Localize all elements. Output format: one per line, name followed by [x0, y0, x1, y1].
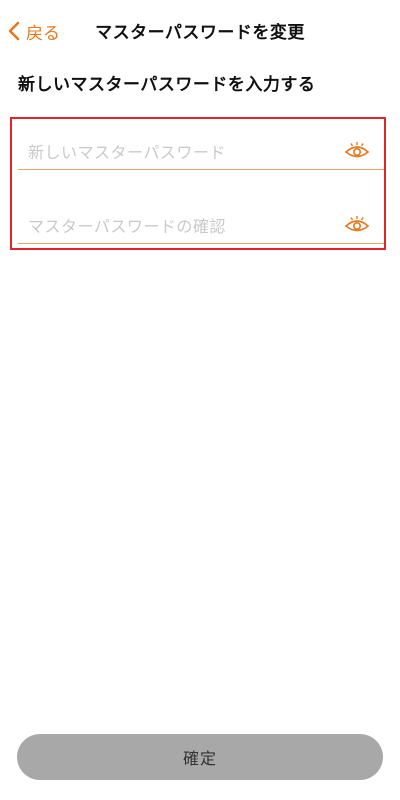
password-field-group [10, 117, 386, 250]
confirm-password-field [18, 207, 384, 244]
eye-icon[interactable] [344, 215, 370, 235]
change-master-password-screen: 戻る マスターパスワードを変更 新しいマスターパスワードを入力する 確定 [0, 0, 400, 800]
header: 戻る マスターパスワードを変更 [0, 0, 400, 62]
new-password-input[interactable] [28, 139, 328, 165]
eye-icon[interactable] [344, 141, 370, 161]
new-password-field [18, 133, 384, 170]
page-title: マスターパスワードを変更 [95, 23, 305, 43]
confirm-button[interactable]: 確定 [17, 734, 383, 780]
section-heading: 新しいマスターパスワードを入力する [18, 75, 316, 95]
confirm-password-input[interactable] [28, 213, 328, 239]
